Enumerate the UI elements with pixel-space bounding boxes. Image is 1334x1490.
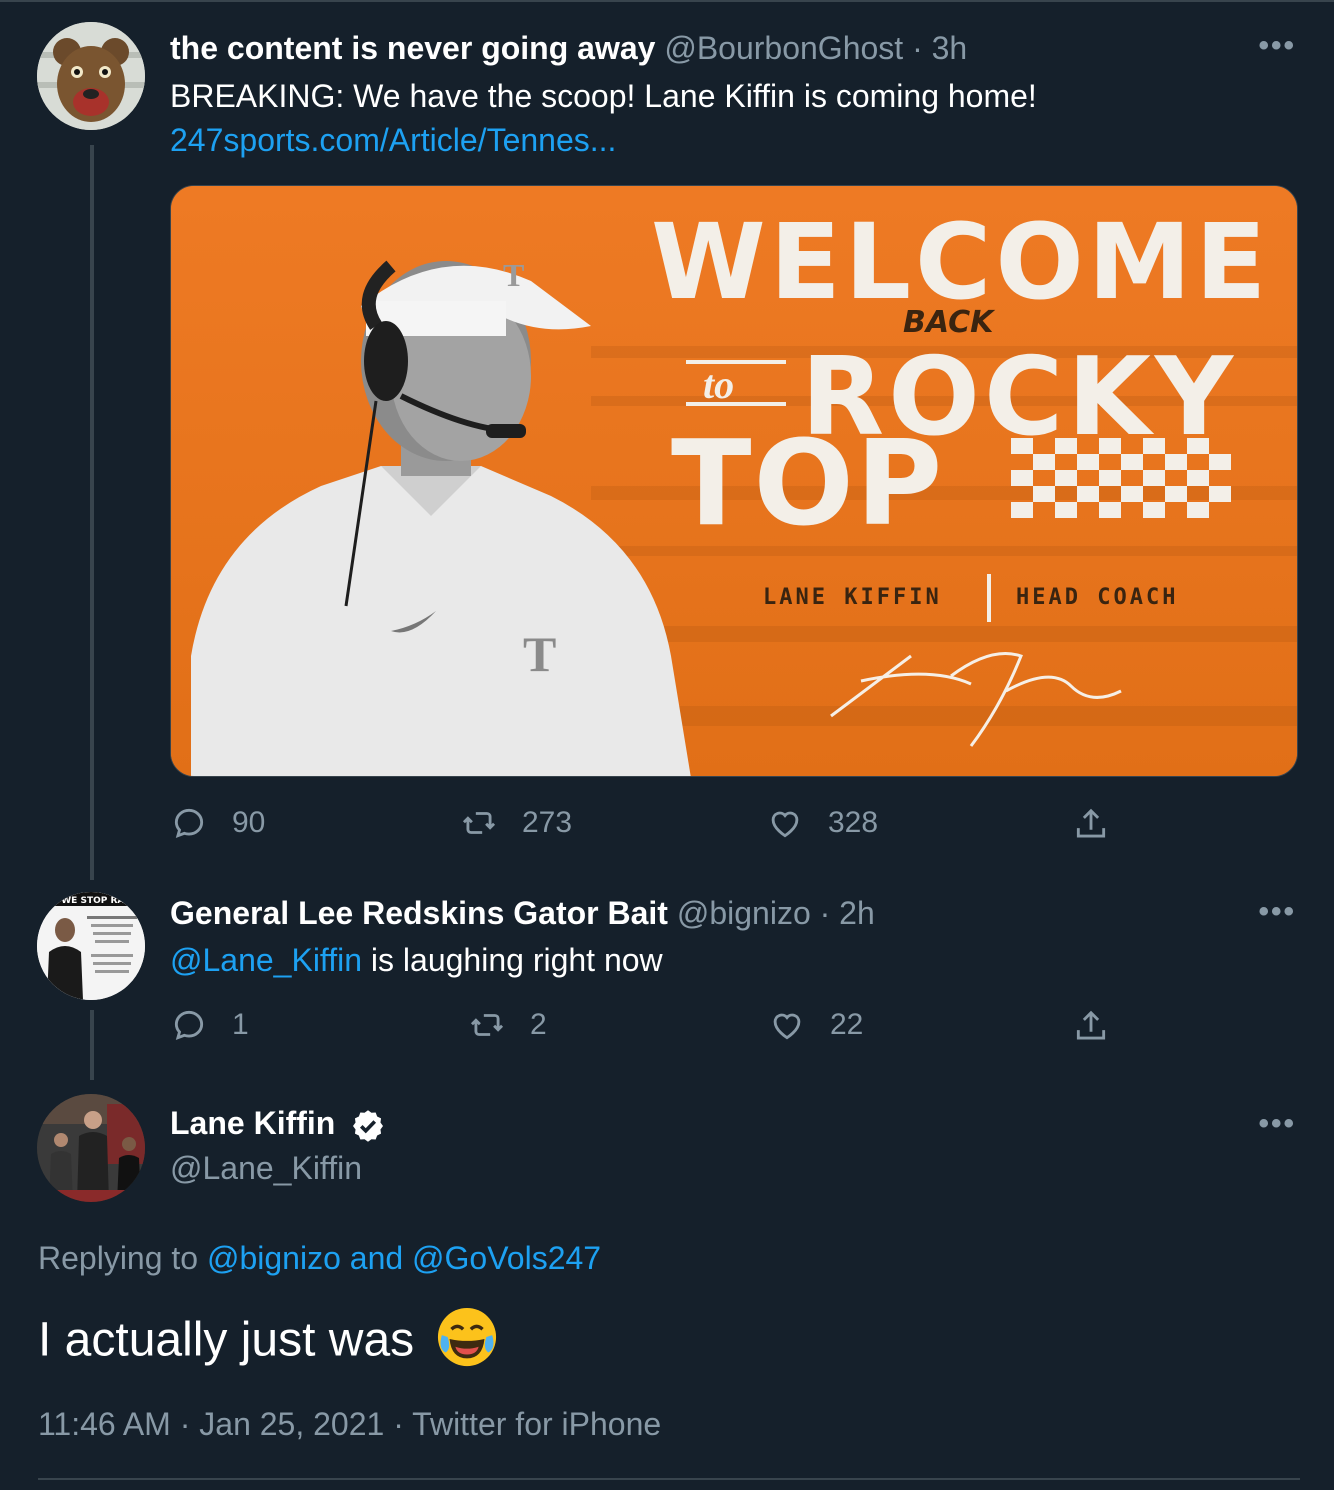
reply-count: 90 xyxy=(232,806,266,839)
tweet-header: the content is never going away @Bourbon… xyxy=(170,30,967,67)
tweet-body: is laughing right now xyxy=(362,942,663,978)
welcome-back-graphic: T T WELCOME BACK ROCKY TOP to LANE KIFFI… xyxy=(171,186,1297,776)
article-card-image[interactable]: T T WELCOME BACK ROCKY TOP to LANE KIFFI… xyxy=(170,185,1298,777)
tweet-text: @Lane_Kiffin is laughing right now xyxy=(170,942,663,979)
replying-to: Replying to @bignizo and @GoVols247 xyxy=(38,1240,601,1277)
svg-text:T: T xyxy=(503,257,524,293)
separator: · xyxy=(819,895,831,931)
replying-to-links[interactable]: @bignizo and @GoVols247 xyxy=(207,1240,601,1276)
laughing-emoji-icon xyxy=(436,1306,498,1380)
avatar[interactable]: DO WE STOP RAC xyxy=(37,892,145,1000)
divider xyxy=(38,1478,1300,1480)
card-headline-top: TOP xyxy=(671,414,944,552)
like-count: 22 xyxy=(830,1008,864,1041)
reply-button[interactable]: 90 xyxy=(170,804,265,842)
separator: · xyxy=(912,30,923,66)
tweet-timestamp[interactable]: 11:46 AM · Jan 25, 2021 · Twitter for iP… xyxy=(38,1406,661,1443)
retweet-icon xyxy=(470,1014,504,1036)
timestamp[interactable]: 3h xyxy=(932,30,968,66)
like-button[interactable]: 22 xyxy=(768,1006,863,1044)
svg-text:T: T xyxy=(523,626,556,682)
like-count: 328 xyxy=(828,806,879,839)
share-button[interactable] xyxy=(1072,806,1134,844)
display-name[interactable]: Lane Kiffin xyxy=(170,1105,335,1141)
user-handle[interactable]: @Lane_Kiffin xyxy=(170,1150,362,1187)
reply-icon xyxy=(174,808,204,838)
display-name[interactable]: General Lee Redskins Gator Bait xyxy=(170,895,668,931)
user-handle[interactable]: @bignizo xyxy=(677,895,811,931)
avatar[interactable] xyxy=(37,22,145,130)
mention-link[interactable]: @Lane_Kiffin xyxy=(170,942,362,978)
retweet-count: 273 xyxy=(522,806,573,839)
replying-prefix: Replying to xyxy=(38,1240,207,1276)
profile-photo-icon xyxy=(37,1094,145,1202)
share-icon xyxy=(1076,1010,1106,1040)
share-icon xyxy=(1076,808,1106,838)
thread-connector xyxy=(90,145,94,880)
svg-text:DO WE STOP RAC: DO WE STOP RAC xyxy=(43,896,131,906)
main-tweet-text: I actually just was xyxy=(38,1306,498,1380)
timestamp[interactable]: 2h xyxy=(839,895,875,931)
more-options-icon[interactable]: ••• xyxy=(1258,31,1296,61)
tweet-body: I actually just was xyxy=(38,1313,415,1367)
card-coach-role: HEAD COACH xyxy=(1016,585,1178,610)
retweet-button[interactable]: 2 xyxy=(468,1006,547,1044)
bear-avatar-icon xyxy=(37,22,145,130)
retweet-icon xyxy=(462,812,496,834)
top-border xyxy=(0,0,1334,2)
heart-icon xyxy=(773,1013,801,1040)
card-coach-name: LANE KIFFIN xyxy=(763,585,942,610)
article-link[interactable]: 247sports.com/Article/Tennes... xyxy=(170,122,616,159)
reply-button[interactable]: 1 xyxy=(170,1006,249,1044)
display-name[interactable]: the content is never going away xyxy=(170,30,655,66)
svg-text:to: to xyxy=(703,362,734,407)
retweet-count: 2 xyxy=(530,1008,547,1041)
user-handle[interactable]: @BourbonGhost xyxy=(664,30,903,66)
reply-icon xyxy=(174,1010,204,1040)
more-options-icon[interactable]: ••• xyxy=(1258,1109,1296,1139)
reply-count: 1 xyxy=(232,1008,249,1041)
tweet-text: BREAKING: We have the scoop! Lane Kiffin… xyxy=(170,78,1037,114)
like-button[interactable]: 328 xyxy=(766,804,878,842)
retweet-button[interactable]: 273 xyxy=(460,804,572,842)
quote-avatar-icon: DO WE STOP RAC xyxy=(37,892,145,1000)
thread-connector xyxy=(90,1010,94,1080)
author-name-row: Lane Kiffin xyxy=(170,1105,386,1144)
avatar[interactable] xyxy=(37,1094,145,1202)
tweet-header: General Lee Redskins Gator Bait @bignizo… xyxy=(170,895,875,932)
heart-icon xyxy=(771,811,799,838)
verified-badge-icon xyxy=(353,1109,384,1142)
more-options-icon[interactable]: ••• xyxy=(1258,897,1296,927)
share-button[interactable] xyxy=(1072,1008,1134,1046)
